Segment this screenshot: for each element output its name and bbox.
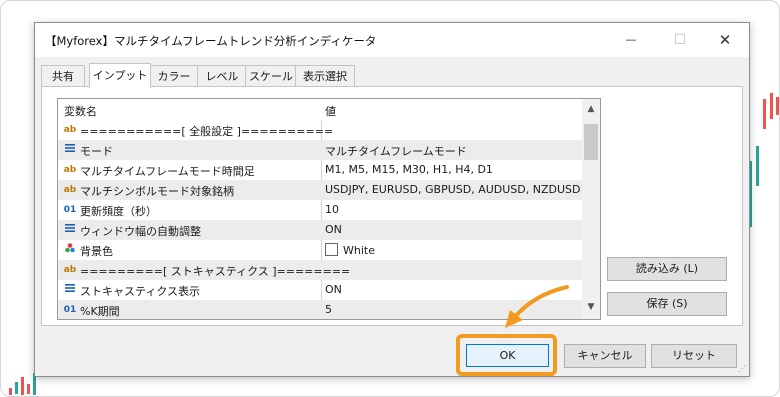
tab-visualization[interactable]: 表示選択 bbox=[295, 65, 355, 87]
load-button[interactable]: 読み込み (L) bbox=[607, 257, 727, 281]
string-type-icon: ab bbox=[63, 185, 77, 195]
parameter-name: %K期間 bbox=[80, 305, 120, 318]
chart-candle bbox=[776, 97, 779, 115]
dialog-title: 【Myforex】マルチタイムフレームトレンド分析インディケータ bbox=[45, 34, 377, 48]
column-header-value[interactable]: 値 bbox=[325, 103, 336, 119]
inputs-panel: 変数名 値 ab ===========[ 全般設定 ]========== モ… bbox=[41, 86, 743, 326]
tab-levels[interactable]: レベル bbox=[197, 65, 247, 87]
integer-type-icon: 01 bbox=[63, 205, 77, 215]
string-type-icon: ab bbox=[63, 125, 77, 135]
ok-button[interactable]: OK bbox=[466, 344, 549, 367]
table-row[interactable]: 01 %K期間 5 bbox=[58, 300, 582, 319]
table-header: 変数名 値 bbox=[58, 99, 582, 120]
parameter-value[interactable]: 10 bbox=[325, 203, 580, 216]
parameter-name: ===========[ 全般設定 ]========== bbox=[80, 125, 334, 138]
tab-common[interactable]: 共有 bbox=[41, 65, 85, 87]
cancel-button[interactable]: キャンセル bbox=[564, 344, 646, 368]
maximize-icon[interactable]: ☐ bbox=[669, 29, 691, 51]
table-row[interactable]: 背景色 White bbox=[58, 240, 582, 260]
chart-candle bbox=[9, 388, 12, 395]
color-value: White bbox=[343, 244, 375, 257]
ok-button-highlight: OK bbox=[456, 334, 557, 376]
parameter-value[interactable]: マルチタイムフレームモード bbox=[325, 143, 580, 159]
chart-candle bbox=[763, 99, 766, 129]
resize-grip-icon[interactable]: ⋰ bbox=[738, 364, 746, 373]
enum-type-icon bbox=[63, 282, 77, 298]
parameter-value[interactable]: ON bbox=[325, 223, 580, 236]
integer-type-icon: 01 bbox=[63, 305, 77, 315]
chart-candle bbox=[770, 93, 773, 119]
enum-type-icon bbox=[63, 222, 77, 238]
parameter-name: マルチシンボルモード対象銘柄 bbox=[80, 185, 234, 198]
parameter-name: =========[ ストキャスティクス ]======== bbox=[80, 265, 351, 278]
parameter-name: 更新頻度（秒） bbox=[80, 205, 157, 218]
save-button[interactable]: 保存 (S) bbox=[607, 292, 727, 316]
parameter-name: マルチタイムフレームモード時間足 bbox=[80, 165, 255, 178]
string-type-icon: ab bbox=[63, 265, 77, 275]
tab-colors[interactable]: カラー bbox=[149, 65, 199, 87]
table-row[interactable]: ab マルチタイムフレームモード時間足 M1, M5, M15, M30, H1… bbox=[58, 160, 582, 180]
table-row[interactable]: ストキャスティクス表示 ON bbox=[58, 280, 582, 300]
parameter-value[interactable]: 5 bbox=[325, 303, 580, 316]
table-row[interactable]: ab マルチシンボルモード対象銘柄 USDJPY, EURUSD, GBPUSD… bbox=[58, 180, 582, 200]
parameter-name: ウィンドウ幅の自動調整 bbox=[80, 225, 201, 238]
column-header-name[interactable]: 変数名 bbox=[64, 103, 97, 119]
chart-candle bbox=[21, 377, 24, 395]
minimize-icon[interactable]: — bbox=[620, 29, 642, 51]
table-row[interactable]: ウィンドウ幅の自動調整 ON bbox=[58, 220, 582, 240]
chart-candle bbox=[756, 146, 759, 186]
table-row[interactable]: ab =========[ ストキャスティクス ]======== bbox=[58, 260, 582, 280]
scroll-thumb[interactable] bbox=[584, 124, 598, 160]
chart-candle bbox=[27, 384, 30, 394]
color-palette-icon bbox=[63, 242, 77, 258]
parameter-value[interactable]: White bbox=[325, 243, 580, 257]
parameter-value[interactable]: ON bbox=[325, 283, 580, 296]
parameters-table: 変数名 値 ab ===========[ 全般設定 ]========== モ… bbox=[57, 98, 601, 320]
color-swatch[interactable] bbox=[325, 243, 338, 256]
enum-type-icon bbox=[63, 142, 77, 158]
vertical-scrollbar[interactable]: ▲ ▼ bbox=[582, 99, 600, 319]
parameter-name: モード bbox=[80, 145, 113, 158]
string-type-icon: ab bbox=[63, 165, 77, 175]
tab-inputs[interactable]: インプット bbox=[89, 63, 151, 88]
parameter-name: 背景色 bbox=[80, 245, 113, 258]
screenshot-frame: 【Myforex】マルチタイムフレームトレンド分析インディケータ — ☐ ✕ 共… bbox=[0, 0, 780, 397]
close-icon[interactable]: ✕ bbox=[714, 29, 736, 51]
parameter-value[interactable]: USDJPY, EURUSD, GBPUSD, AUDUSD, NZDUSD..… bbox=[325, 183, 580, 196]
indicator-properties-dialog: 【Myforex】マルチタイムフレームトレンド分析インディケータ — ☐ ✕ 共… bbox=[34, 22, 750, 377]
title-bar[interactable]: 【Myforex】マルチタイムフレームトレンド分析インディケータ — ☐ ✕ bbox=[35, 23, 749, 57]
table-row[interactable]: 01 更新頻度（秒） 10 bbox=[58, 200, 582, 220]
chart-candle bbox=[15, 382, 18, 394]
tab-scale[interactable]: スケール bbox=[245, 65, 297, 87]
parameter-value[interactable]: M1, M5, M15, M30, H1, H4, D1 bbox=[325, 163, 580, 176]
reset-button[interactable]: リセット bbox=[651, 344, 737, 368]
scroll-up-icon[interactable]: ▲ bbox=[582, 101, 600, 118]
parameter-name: ストキャスティクス表示 bbox=[80, 285, 201, 298]
scroll-down-icon[interactable]: ▼ bbox=[582, 299, 600, 316]
table-row[interactable]: モード マルチタイムフレームモード bbox=[58, 140, 582, 160]
table-row[interactable]: ab ===========[ 全般設定 ]========== bbox=[58, 120, 582, 140]
